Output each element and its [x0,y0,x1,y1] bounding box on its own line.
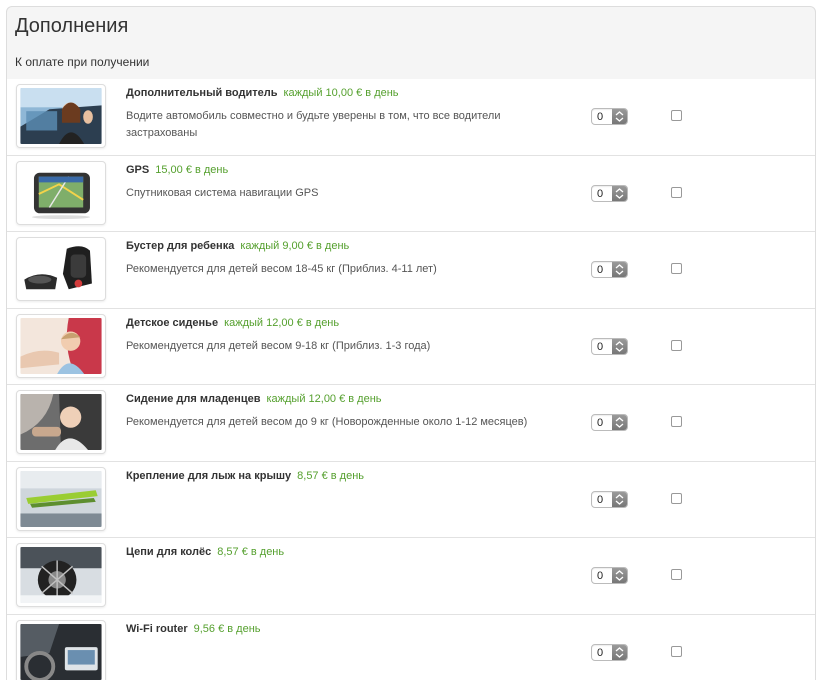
extra-title-line: Цепи для колёс 8,57 € в день [126,546,284,558]
extra-price: каждый 9,00 € в день [240,240,350,252]
select-arrows-icon [612,491,627,507]
extra-title-line: Крепление для лыж на крышу 8,57 € в день [126,470,364,482]
extra-title-line: Детское сиденье каждый 12,00 € в день [126,317,339,329]
extra-checkbox[interactable] [671,110,682,121]
extra-checkbox[interactable] [671,263,682,274]
extra-name: GPS [126,163,150,176]
quantity-value: 0 [597,111,604,123]
select-arrows-icon [612,109,627,124]
extra-description: Водите автомобиль совместно и будьте уве… [126,110,501,139]
extra-name: Цепи для колёс [126,546,212,558]
select-arrows-icon [612,185,627,201]
extra-name: Wi-Fi router [126,622,188,635]
extra-name: Крепление для лыж на крышу [126,469,292,482]
extra-checkbox[interactable] [671,339,682,351]
extra-description: Рекомендуется для детей весом 18-45 кг (… [126,263,437,275]
quantity-value: 0 [597,187,604,200]
panel-title: Дополнения [15,15,129,37]
quantity-value: 0 [597,646,604,659]
quantity-select[interactable]: 0 [591,490,628,508]
extra-price: каждый 12,00 € в день [266,393,382,405]
extra-price: каждый 12,00 € в день [224,316,340,329]
select-arrows-icon [612,262,627,277]
extra-title-line: Сидение для младенцев каждый 12,00 € в де… [126,393,382,405]
select-arrows-icon [612,338,627,354]
quantity-select[interactable]: 0 [591,567,628,584]
extra-checkbox[interactable] [671,492,682,504]
extra-row-wifi-router: Wi-Fi router 9,56 € в день 0 [7,614,815,680]
extra-row-additional-driver: Дополнительный водитель каждый 10,00 € в … [7,79,815,156]
extra-name: Детское сиденье [126,316,219,329]
extra-name: Сидение для младенцев [126,393,261,405]
ski-rack-photo [16,466,106,531]
quantity-value: 0 [597,570,604,582]
quantity-select[interactable]: 0 [591,108,628,125]
extra-title-line: Wi-Fi router 9,56 € в день [126,623,261,635]
extra-checkbox[interactable] [671,569,682,580]
extra-description: Рекомендуется для детей весом до 9 кг (Н… [126,416,528,428]
additional-driver-photo [16,84,106,148]
quantity-select[interactable]: 0 [591,261,628,278]
gps-device-photo [16,160,106,225]
extra-checkbox[interactable] [671,645,682,657]
extra-row-infant-seat: Сидение для младенцев каждый 12,00 € в де… [7,385,815,462]
select-arrows-icon [612,644,627,660]
select-arrows-icon [612,415,627,430]
extra-checkbox[interactable] [671,186,682,198]
extra-row-booster: Бустер для ребенка каждый 9,00 € в день Р… [7,232,815,309]
extra-price: каждый 10,00 € в день [283,87,399,99]
extra-checkbox[interactable] [671,416,682,427]
extra-title-line: Бустер для ребенка каждый 9,00 € в день [126,240,349,252]
infant-seat-photo [16,390,106,454]
quantity-value: 0 [597,340,604,353]
extra-row-gps: GPS 15,00 € в день Спутниковая система на… [7,155,815,232]
panel-subtitle: К оплате при получении [15,55,150,69]
quantity-select[interactable]: 0 [591,414,628,431]
extra-name: Дополнительный водитель [126,87,278,99]
quantity-select[interactable]: 0 [591,184,628,202]
extra-price: 8,57 € в день [297,469,365,482]
extra-price: 15,00 € в день [155,163,229,176]
extras-list: Дополнительный водитель каждый 10,00 € в … [7,79,815,680]
select-arrows-icon [612,568,627,583]
extra-row-ski-rack: Крепление для лыж на крышу 8,57 € в день … [7,461,815,538]
extra-row-child-seat: Детское сиденье каждый 12,00 € в день Рек… [7,308,815,385]
extra-description: Спутниковая система навигации GPS [126,186,319,199]
extra-name: Бустер для ребенка [126,240,235,252]
extra-price: 9,56 € в день [193,622,261,635]
wifi-router-photo [16,619,106,680]
extra-title-line: Дополнительный водитель каждый 10,00 € в … [126,87,399,99]
extra-price: 8,57 € в день [217,546,285,558]
booster-seat-photo [16,237,106,301]
quantity-select[interactable]: 0 [591,337,628,355]
snow-chains-photo [16,543,106,607]
child-seat-photo [16,313,106,378]
quantity-value: 0 [597,493,604,506]
extras-panel: Дополнения К оплате при получении Дополн… [6,6,816,680]
extra-description: Рекомендуется для детей весом 9-18 кг (П… [126,339,431,352]
quantity-value: 0 [597,264,604,276]
quantity-value: 0 [597,417,604,429]
extra-row-snow-chains: Цепи для колёс 8,57 € в день 0 [7,538,815,615]
quantity-select[interactable]: 0 [591,643,628,661]
extra-title-line: GPS 15,00 € в день [126,164,228,176]
